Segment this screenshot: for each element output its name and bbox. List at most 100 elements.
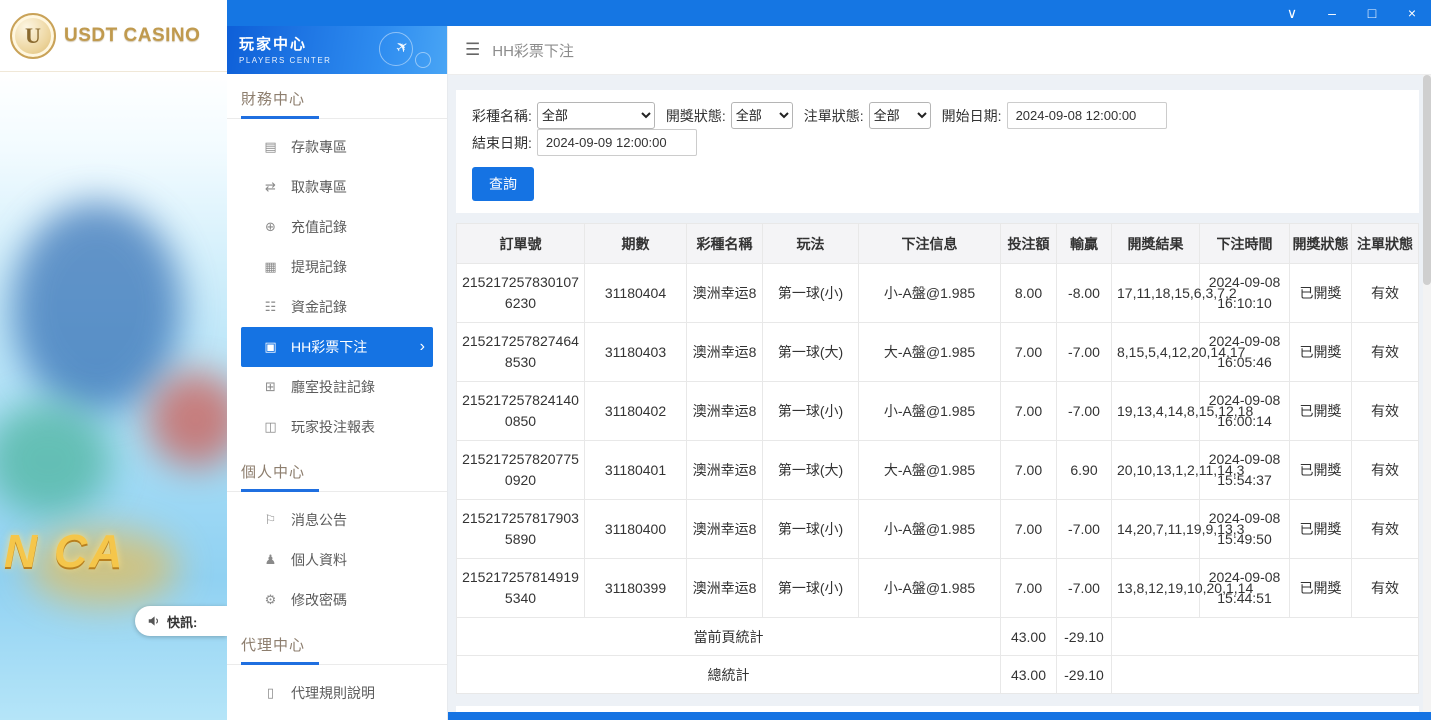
fund-record-icon: ☷ [262, 299, 279, 315]
sidebar: 玩家中心 PLAYERS CENTER ✈ 財務中心▤存款專區⇄取款專區⊕充值記… [227, 26, 448, 720]
table-cell: 31180403 [585, 323, 687, 382]
section-heading: 個人中心 [241, 461, 433, 491]
main-content: ☰ HH彩票下注 彩種名稱: 全部 [448, 26, 1431, 720]
table-cell: 7.00 [1001, 323, 1057, 382]
sidebar-item-room-bet-records[interactable]: ⊞廳室投註記錄 [241, 367, 433, 407]
end-date-label: 結束日期: [472, 133, 532, 153]
table-cell: 31180402 [585, 382, 687, 441]
sidebar-item-hh-lottery-bets[interactable]: ▣HH彩票下注› [241, 327, 433, 367]
logo-text: USDT CASINO [64, 25, 200, 47]
table-cell: 澳洲幸运8 [687, 559, 763, 618]
sidebar-item-label: 玩家投注報表 [291, 417, 375, 437]
sidebar-item-label: 資金記錄 [291, 297, 347, 317]
table-cell: -8.00 [1057, 264, 1112, 323]
vertical-scrollbar[interactable] [1423, 75, 1431, 712]
table-cell: 13,8,12,19,10,20,1,14 [1112, 559, 1200, 618]
usdt-coin-icon: U [10, 13, 56, 59]
footer-strip [448, 712, 1431, 720]
window-maximize-button[interactable]: □ [1365, 6, 1379, 20]
table-cell: 2152172578207750920 [457, 441, 585, 500]
start-date-input[interactable] [1007, 102, 1167, 129]
section-accent [241, 489, 319, 492]
column-header: 下注時間 [1200, 224, 1290, 264]
column-header: 下注信息 [859, 224, 1001, 264]
scrollbar-thumb[interactable] [1423, 75, 1431, 285]
column-header: 注單狀態 [1352, 224, 1419, 264]
column-header: 開獎狀態 [1290, 224, 1352, 264]
gear-icon: ⚙ [262, 592, 279, 608]
bell-icon: ⚐ [262, 512, 279, 528]
lottery-name-select[interactable]: 全部 [537, 102, 655, 129]
sidebar-item-fund-records[interactable]: ☷ 資金記錄 [241, 287, 433, 327]
bets-table-card: 訂單號期數彩種名稱玩法下注信息投注額輸贏開獎結果下注時間開獎狀態注單狀態 215… [456, 223, 1419, 694]
menu-toggle-icon[interactable]: ☰ [465, 40, 480, 60]
sidebar-item-recharge-records[interactable]: ⊕充值記錄 [241, 207, 433, 247]
content-topbar: ☰ HH彩票下注 [448, 26, 1431, 75]
table-cell: 小-A盤@1.985 [859, 382, 1001, 441]
bets-table: 訂單號期數彩種名稱玩法下注信息投注額輸贏開獎結果下注時間開獎狀態注單狀態 215… [456, 223, 1419, 694]
promo-text: N CA [4, 524, 124, 578]
table-row: 215217257830107623031180404澳洲幸运8第一球(小)小-… [457, 264, 1419, 323]
summary-row: 總統計43.00-29.10 [457, 656, 1419, 694]
table-row: 215217257817903589031180400澳洲幸运8第一球(小)小-… [457, 500, 1419, 559]
order-status-select[interactable]: 全部 [869, 102, 931, 129]
sidebar-item-player-bet-report[interactable]: ◫玩家投注報表 [241, 407, 433, 447]
summary-winloss-total: -29.10 [1057, 618, 1112, 656]
table-cell: 澳洲幸运8 [687, 264, 763, 323]
sidebar-item-withdraw-records[interactable]: ▦提現記錄 [241, 247, 433, 287]
window-body: 玩家中心 PLAYERS CENTER ✈ 財務中心▤存款專區⇄取款專區⊕充值記… [227, 26, 1431, 720]
lottery-name-label: 彩種名稱: [472, 106, 532, 126]
sidebar-item-label: 存款專區 [291, 137, 347, 157]
withdraw-icon: ⇄ [262, 179, 279, 195]
column-header: 投注額 [1001, 224, 1057, 264]
search-button[interactable]: 查詢 [472, 167, 534, 201]
sidebar-section: 財務中心 ▤ 存款專區 ⇄取款專區⊕充值記錄▦提現記錄 ☷ 資金記錄 ▣HH彩票下注›⊞廳室… [227, 88, 447, 447]
sidebar-item-profile[interactable]: ♟個人資料 [241, 540, 433, 580]
section-divider [227, 118, 447, 119]
table-cell: 第一球(大) [763, 441, 859, 500]
column-header: 玩法 [763, 224, 859, 264]
table-cell: -7.00 [1057, 382, 1112, 441]
table-cell: 2152172578149195340 [457, 559, 585, 618]
table-cell: 7.00 [1001, 559, 1057, 618]
table-cell: 澳洲幸运8 [687, 323, 763, 382]
sidebar-item-agent-rules[interactable]: ▯代理規則說明 [241, 673, 433, 713]
table-cell: 有效 [1352, 264, 1419, 323]
table-cell: 澳洲幸运8 [687, 441, 763, 500]
news-ticker-button[interactable]: 快訊: [135, 606, 227, 636]
sidebar-item-withdraw[interactable]: ⇄取款專區 [241, 167, 433, 207]
table-cell: 2152172578274648530 [457, 323, 585, 382]
summary-row: 當前頁統計43.00-29.10 [457, 618, 1419, 656]
table-cell: 20,10,13,1,2,11,14,3 [1112, 441, 1200, 500]
column-header: 期數 [585, 224, 687, 264]
table-cell: 澳洲幸运8 [687, 500, 763, 559]
summary-label: 總統計 [457, 656, 1001, 694]
section-accent [241, 116, 319, 119]
sidebar-section: 代理中心▯代理規則說明 [227, 634, 447, 713]
promo-decoration [148, 372, 227, 467]
section-heading: 財務中心 [241, 88, 433, 118]
promo-image: N CA 快訊: [0, 72, 227, 720]
table-cell: 7.00 [1001, 441, 1057, 500]
sidebar-item-label: 個人資料 [291, 550, 347, 570]
table-cell: 19,13,4,14,8,15,12,18 [1112, 382, 1200, 441]
end-date-input[interactable] [537, 129, 697, 156]
table-cell: 31180400 [585, 500, 687, 559]
table-cell: 31180404 [585, 264, 687, 323]
summary-winloss-total: -29.10 [1057, 656, 1112, 694]
sidebar-item-messages[interactable]: ⚐消息公告 [241, 500, 433, 540]
table-cell: -7.00 [1057, 500, 1112, 559]
promo-decoration [12, 202, 182, 412]
table-row: 215217257814919534031180399澳洲幸运8第一球(小)小-… [457, 559, 1419, 618]
window-close-button[interactable]: × [1405, 6, 1419, 20]
sidebar-item-change-password[interactable]: ⚙修改密碼 [241, 580, 433, 620]
section-divider [227, 491, 447, 492]
deposit-card-icon: ▤ [262, 139, 279, 155]
table-row: 215217257827464853031180403澳洲幸运8第一球(大)大-… [457, 323, 1419, 382]
window-dropdown-button[interactable]: ∨ [1285, 6, 1299, 20]
draw-status-select[interactable]: 全部 [731, 102, 793, 129]
speaker-icon [147, 614, 161, 628]
window-minimize-button[interactable]: – [1325, 6, 1339, 20]
sidebar-item-deposit[interactable]: ▤ 存款專區 [241, 127, 433, 167]
scroll-area: 彩種名稱: 全部 開獎狀態: 全部 [448, 75, 1431, 712]
